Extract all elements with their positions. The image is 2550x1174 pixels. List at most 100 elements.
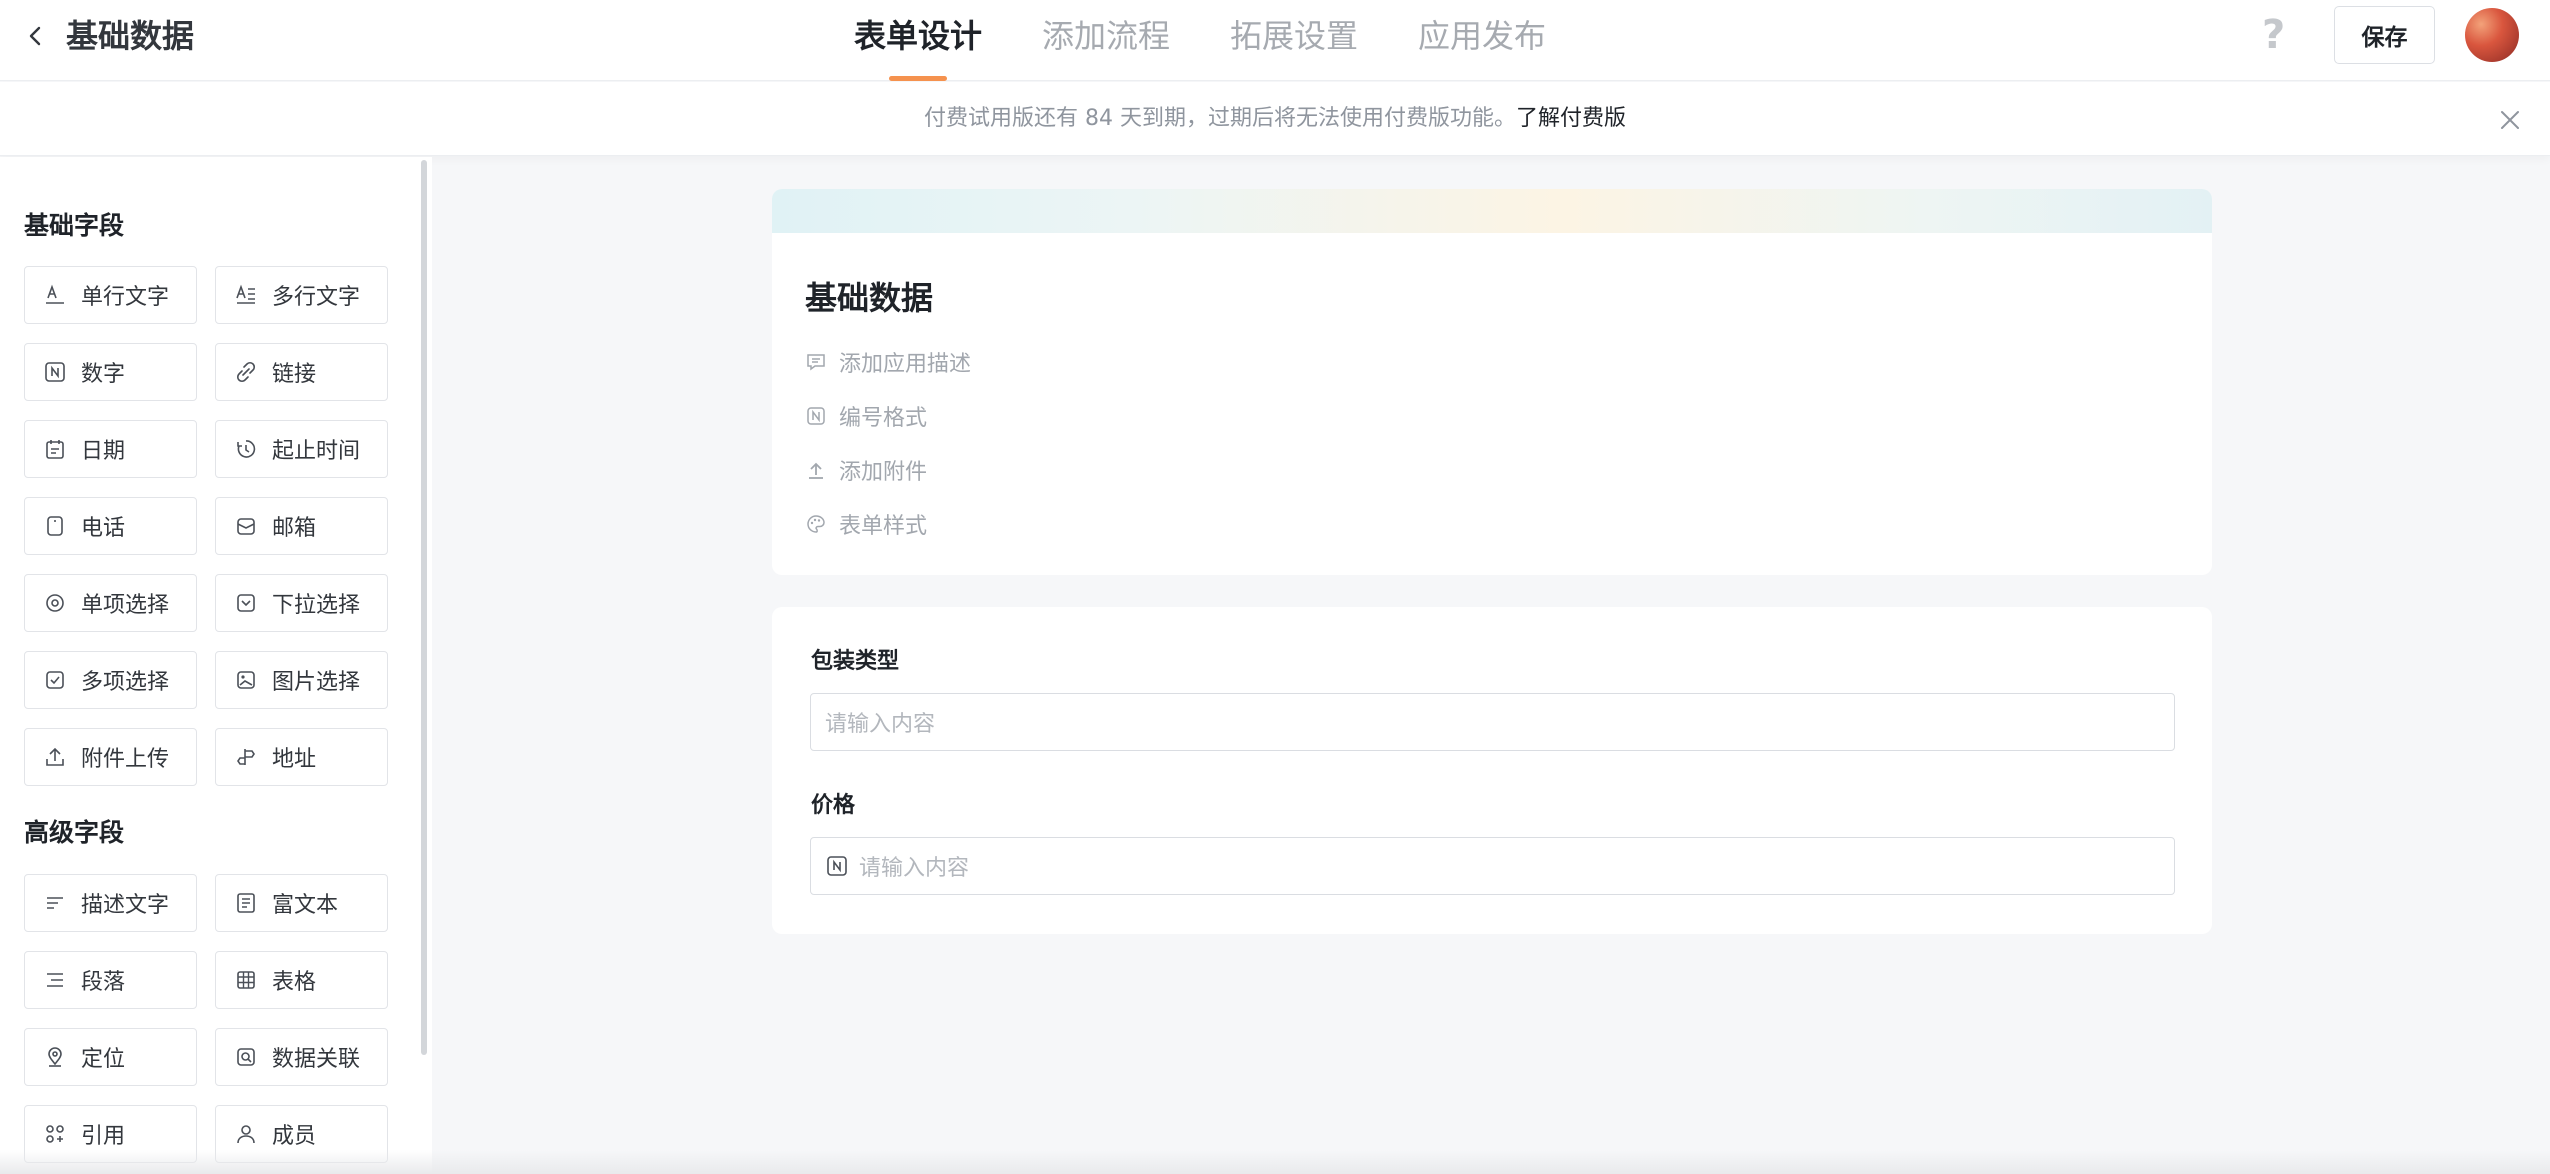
price-input[interactable]: 请输入内容 (810, 837, 2175, 895)
field-label: 单行文字 (81, 285, 170, 310)
field-item[interactable]: 链接 (215, 343, 388, 401)
field-item[interactable]: 数据关联 (215, 1028, 388, 1086)
field-item[interactable]: 日期 (24, 420, 197, 478)
field-label: 链接 (272, 362, 317, 387)
field-label: 段落 (81, 970, 126, 995)
member-icon (234, 1122, 258, 1146)
field-item[interactable]: 数字 (24, 343, 197, 401)
field-label-price[interactable]: 价格 (811, 791, 855, 821)
advanced-fields-title: 高级字段 (24, 818, 125, 847)
paragraph-icon (43, 968, 67, 992)
field-label: 邮箱 (272, 516, 317, 541)
form-header-banner (772, 189, 2212, 233)
field-label: 日期 (81, 439, 126, 464)
back-arrow-icon[interactable] (18, 18, 54, 54)
tab-add-process[interactable]: 添加流程 (1042, 0, 1170, 81)
save-button[interactable]: 保存 (2334, 6, 2435, 64)
field-item[interactable]: 图片选择 (215, 651, 388, 709)
tab-app-publish[interactable]: 应用发布 (1418, 0, 1546, 81)
number-icon (825, 854, 849, 878)
field-label: 定位 (81, 1047, 126, 1072)
field-item[interactable]: 电话 (24, 497, 197, 555)
description-icon (43, 891, 67, 915)
add-description-option[interactable]: 添加应用描述 (805, 346, 971, 378)
field-item[interactable]: 起止时间 (215, 420, 388, 478)
packaging-type-input[interactable]: 请输入内容 (810, 693, 2175, 751)
field-label: 表格 (272, 970, 317, 995)
rich-text-icon (234, 891, 258, 915)
field-label: 下拉选择 (272, 593, 361, 618)
comment-icon (805, 351, 827, 373)
checkbox-icon (43, 668, 67, 692)
field-label: 数据关联 (272, 1047, 361, 1072)
multi-line-text-icon (234, 283, 258, 307)
close-icon[interactable] (2494, 104, 2526, 136)
field-label: 数字 (81, 362, 126, 387)
help-icon[interactable]: ? (2262, 11, 2285, 59)
tab-extension-settings[interactable]: 拓展设置 (1230, 0, 1358, 81)
field-item[interactable]: 附件上传 (24, 728, 197, 786)
field-item[interactable]: 邮箱 (215, 497, 388, 555)
sidebar-scrollbar[interactable] (421, 160, 427, 1055)
field-palette-sidebar: 基础字段 单行文字 多行文字 数字 链接 日期 起止时间 电话 邮箱 单项选择 … (0, 157, 432, 1174)
field-label: 电话 (81, 516, 126, 541)
field-item[interactable]: 单项选择 (24, 574, 197, 632)
field-label: 地址 (272, 747, 317, 772)
top-bar: 基础数据 表单设计 添加流程 拓展设置 应用发布 ? 保存 (0, 0, 2550, 81)
field-label: 多项选择 (81, 670, 170, 695)
field-label: 多行文字 (272, 285, 361, 310)
reference-icon (43, 1122, 67, 1146)
table-icon (234, 968, 258, 992)
field-label: 富文本 (272, 893, 339, 918)
field-item[interactable]: 段落 (24, 951, 197, 1009)
form-header-card: 基础数据 添加应用描述 编号格式 添加附件 表单样式 (772, 189, 2212, 575)
tab-form-design[interactable]: 表单设计 (854, 0, 982, 81)
address-icon (234, 745, 258, 769)
field-item[interactable]: 多项选择 (24, 651, 197, 709)
link-icon (234, 360, 258, 384)
form-fields-card: 包装类型 请输入内容 价格 请输入内容 (772, 607, 2212, 934)
upload-icon (805, 459, 827, 481)
field-label: 成员 (272, 1124, 317, 1149)
field-item[interactable]: 地址 (215, 728, 388, 786)
field-item[interactable]: 表格 (215, 951, 388, 1009)
calendar-icon (43, 437, 67, 461)
location-icon (43, 1045, 67, 1069)
number-format-icon (805, 405, 827, 427)
add-attachment-option[interactable]: 添加附件 (805, 454, 927, 486)
number-format-option[interactable]: 编号格式 (805, 400, 927, 432)
field-label: 附件上传 (81, 747, 170, 772)
field-item[interactable]: 描述文字 (24, 874, 197, 932)
data-link-icon (234, 1045, 258, 1069)
input-placeholder: 请输入内容 (825, 712, 936, 737)
app-title: 基础数据 (66, 17, 195, 55)
basic-fields-title: 基础字段 (24, 211, 125, 240)
field-item[interactable]: 富文本 (215, 874, 388, 932)
main-tabs: 表单设计 添加流程 拓展设置 应用发布 (854, 0, 1546, 81)
mail-icon (234, 514, 258, 538)
option-label: 表单样式 (839, 514, 928, 539)
option-label: 添加附件 (839, 460, 928, 485)
field-item[interactable]: 单行文字 (24, 266, 197, 324)
field-label-packaging-type[interactable]: 包装类型 (811, 647, 899, 677)
field-label: 起止时间 (272, 439, 361, 464)
field-item[interactable]: 下拉选择 (215, 574, 388, 632)
notice-message: 付费试用版还有 84 天到期，过期后将无法使用付费版功能。 (924, 106, 1516, 131)
bottom-shadow (0, 1150, 2550, 1174)
phone-icon (43, 514, 67, 538)
time-range-icon (234, 437, 258, 461)
field-item[interactable]: 多行文字 (215, 266, 388, 324)
trial-notice-bar: 付费试用版还有 84 天到期，过期后将无法使用付费版功能。了解付费版 (0, 82, 2550, 156)
notice-link[interactable]: 了解付费版 (1516, 106, 1626, 131)
notice-text: 付费试用版还有 84 天到期，过期后将无法使用付费版功能。了解付费版 (0, 104, 2550, 134)
avatar[interactable] (2465, 8, 2519, 62)
input-placeholder: 请输入内容 (859, 856, 970, 881)
field-item[interactable]: 定位 (24, 1028, 197, 1086)
form-style-option[interactable]: 表单样式 (805, 508, 927, 540)
dropdown-icon (234, 591, 258, 615)
palette-icon (805, 513, 827, 535)
form-title[interactable]: 基础数据 (805, 277, 933, 319)
field-label: 单项选择 (81, 593, 170, 618)
number-icon (43, 360, 67, 384)
upload-icon (43, 745, 67, 769)
